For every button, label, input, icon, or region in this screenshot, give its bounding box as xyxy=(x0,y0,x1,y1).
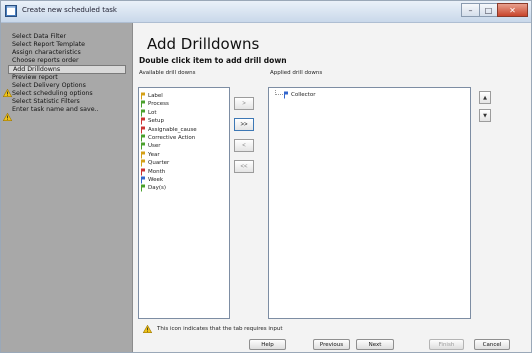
maximize-icon: □ xyxy=(484,5,493,15)
available-drilldown-item[interactable]: Week xyxy=(141,176,163,184)
warning-triangle-icon xyxy=(143,325,152,333)
available-drilldown-label: Year xyxy=(148,151,160,158)
available-drilldowns-label: Available drill downs xyxy=(139,70,196,76)
available-drilldown-label: Process xyxy=(148,101,169,108)
available-drilldown-item[interactable]: Lot xyxy=(141,109,157,117)
close-icon: ✕ xyxy=(509,5,516,15)
pin-icon xyxy=(284,91,288,99)
pin-icon xyxy=(141,168,145,176)
window-title: Create new scheduled task xyxy=(22,6,117,14)
instruction-text: Double click item to add drill down xyxy=(139,56,287,65)
task-window-icon xyxy=(5,5,17,17)
available-drilldown-item[interactable]: Month xyxy=(141,168,165,176)
main-panel: Add Drilldowns Double click item to add … xyxy=(133,23,531,352)
available-drilldown-label: Setup xyxy=(148,118,165,125)
applied-drilldown-item[interactable]: Collector xyxy=(284,91,315,99)
pin-icon xyxy=(141,109,145,117)
finish-button[interactable]: Finish xyxy=(429,339,464,350)
applied-drilldown-label: Collector xyxy=(291,92,316,98)
available-drilldown-label: Assignable_cause xyxy=(148,126,197,133)
sidebar-step[interactable]: Select scheduling options xyxy=(12,90,93,98)
arrow-up-icon: ▲ xyxy=(483,94,487,101)
next-button[interactable]: Next xyxy=(356,339,394,350)
add-all-button[interactable]: >> xyxy=(234,118,254,131)
pin-icon xyxy=(141,100,145,108)
sidebar-step[interactable]: Assign characteristics xyxy=(12,49,81,57)
available-drilldown-item[interactable]: Label xyxy=(141,92,163,100)
window-controls: – □ ✕ xyxy=(461,3,528,17)
maximize-button[interactable]: □ xyxy=(479,3,498,17)
sidebar-step[interactable]: Choose reports order xyxy=(12,57,79,65)
available-drilldown-label: Day(s) xyxy=(148,185,167,192)
sidebar-step[interactable]: Add Drilldowns xyxy=(8,65,126,74)
pin-icon xyxy=(141,142,145,150)
cancel-button[interactable]: Cancel xyxy=(474,339,510,350)
move-down-button[interactable]: ▼ xyxy=(479,109,491,122)
minimize-icon: – xyxy=(468,5,473,15)
scheduled-task-window: Create new scheduled task – □ ✕ Select D… xyxy=(0,0,532,353)
available-drilldown-label: Label xyxy=(148,93,163,99)
available-drilldown-item[interactable]: Year xyxy=(141,151,160,159)
sidebar-step[interactable]: Select Report Template xyxy=(12,41,85,49)
wizard-steps-sidebar: Select Data Filter Select Report Template… xyxy=(1,23,133,352)
applied-drilldowns-label: Applied drill downs xyxy=(270,70,323,76)
available-drilldown-item[interactable]: Corrective Action xyxy=(141,134,195,142)
title-bar: Create new scheduled task – □ ✕ xyxy=(1,1,531,23)
arrow-down-icon: ▼ xyxy=(483,112,487,119)
available-drilldown-item[interactable]: User xyxy=(141,142,161,150)
available-drilldown-label: Quarter xyxy=(148,160,170,167)
pin-icon xyxy=(141,176,145,184)
available-drilldown-label: Month xyxy=(148,168,166,175)
pin-icon xyxy=(141,184,145,192)
warning-triangle-icon xyxy=(2,106,13,121)
pin-icon xyxy=(141,151,145,159)
pin-icon xyxy=(141,134,145,142)
available-drilldown-item[interactable]: Quarter xyxy=(141,159,169,167)
required-input-note: This icon indicates that the tab require… xyxy=(143,325,283,333)
page-title: Add Drilldowns xyxy=(147,35,260,53)
move-up-button[interactable]: ▲ xyxy=(479,91,491,104)
available-drilldown-item[interactable]: Assignable_cause xyxy=(141,126,197,134)
remove-selected-button[interactable]: < xyxy=(234,139,254,152)
sidebar-step[interactable]: Select Delivery Options xyxy=(12,82,86,90)
sidebar-step[interactable]: Select Data Filter xyxy=(12,33,66,41)
required-input-text: This icon indicates that the tab require… xyxy=(157,326,283,332)
available-drilldown-item[interactable]: Process xyxy=(141,100,169,108)
add-selected-button[interactable]: > xyxy=(234,97,254,110)
tree-connector xyxy=(275,90,283,95)
applied-drilldowns-list[interactable]: Collector xyxy=(268,87,471,319)
sidebar-step[interactable]: Enter task name and save.. xyxy=(12,106,99,114)
minimize-button[interactable]: – xyxy=(461,3,480,17)
pin-icon xyxy=(141,126,145,134)
pin-icon xyxy=(141,159,145,167)
sidebar-step[interactable]: Preview report xyxy=(12,74,58,82)
available-drilldown-item[interactable]: Day(s) xyxy=(141,184,166,192)
warning-triangle-icon xyxy=(2,82,13,97)
previous-button[interactable]: Previous xyxy=(313,339,350,350)
sidebar-step[interactable]: Select Statistic Filters xyxy=(12,98,80,106)
remove-all-button[interactable]: << xyxy=(234,160,254,173)
available-drilldown-label: Corrective Action xyxy=(148,135,196,141)
available-drilldown-item[interactable]: Setup xyxy=(141,117,164,125)
help-button[interactable]: Help xyxy=(249,339,286,350)
available-drilldown-label: Lot xyxy=(148,109,157,116)
close-button[interactable]: ✕ xyxy=(497,3,528,17)
pin-icon xyxy=(141,92,145,100)
pin-icon xyxy=(141,117,145,125)
available-drilldown-label: User xyxy=(148,143,161,150)
available-drilldowns-list[interactable]: Label Process Lot Setup Assignable_cause Corr… xyxy=(138,87,230,319)
available-drilldown-label: Week xyxy=(148,177,164,183)
